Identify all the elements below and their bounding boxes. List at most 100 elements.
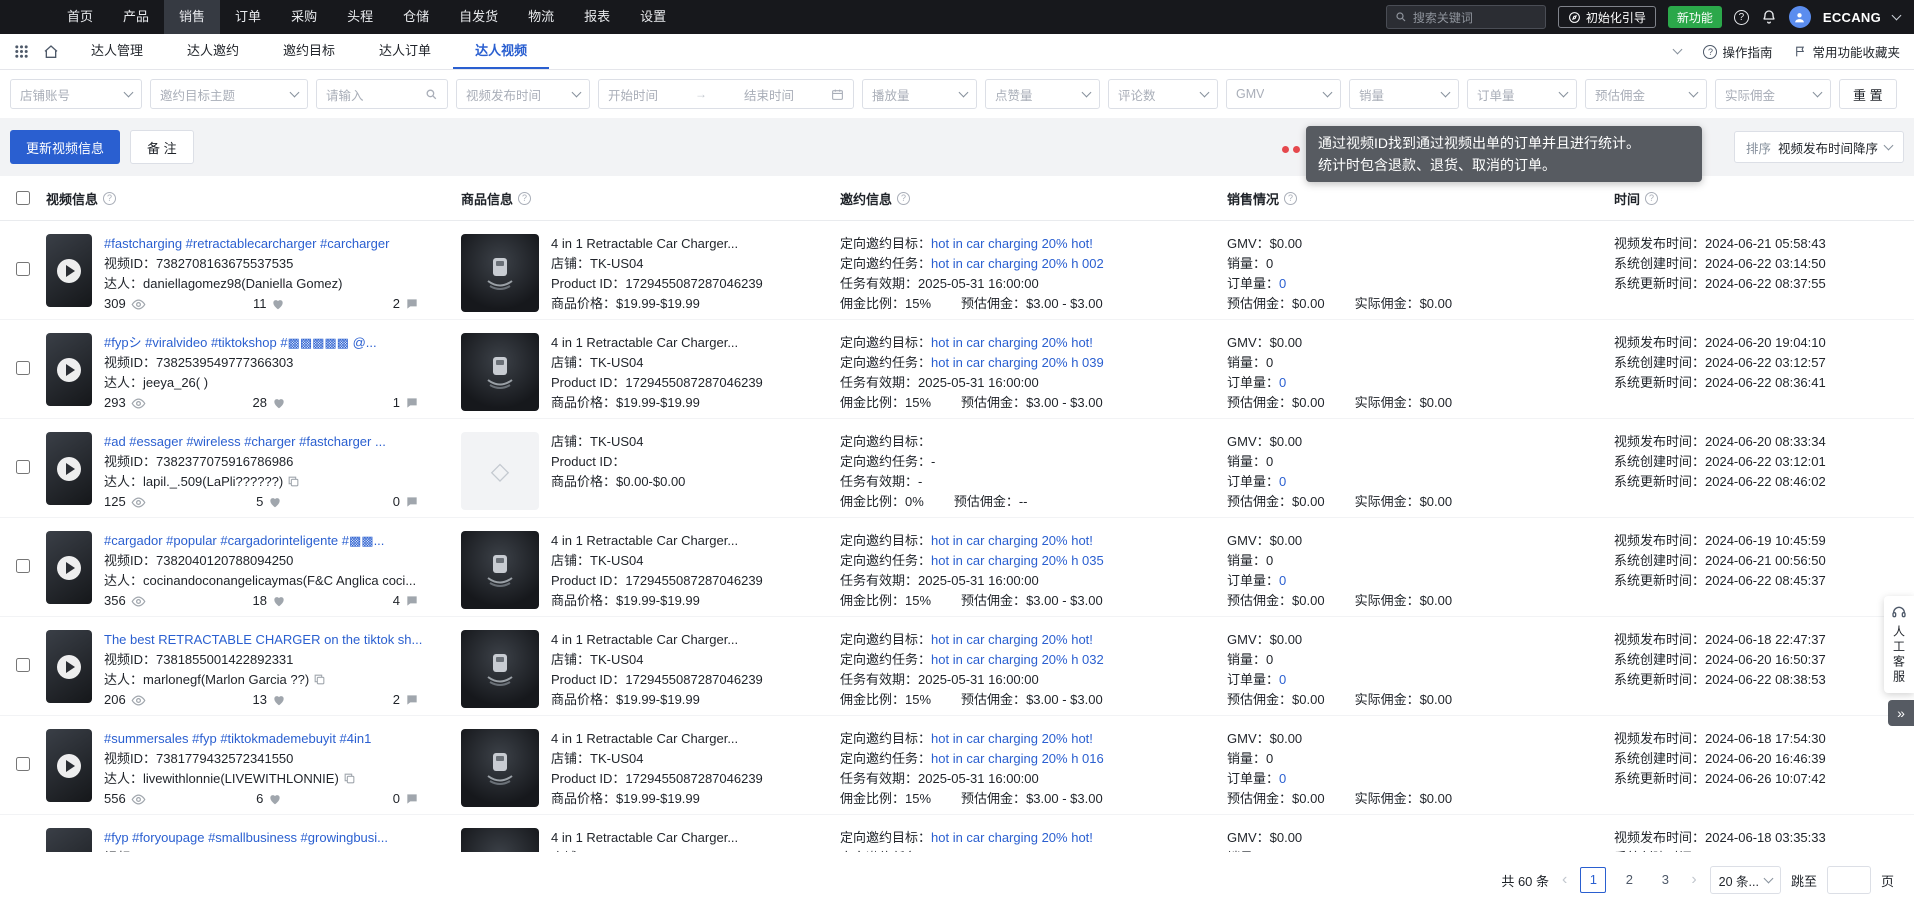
home-icon[interactable] [43,44,59,60]
video-thumbnail[interactable] [46,630,92,703]
invite-target-link[interactable]: hot in car charging 20% hot! [931,533,1093,548]
nav-item-settings[interactable]: 设置 [625,0,681,34]
info-icon[interactable] [103,192,116,205]
order-count-value[interactable]: 0 [1279,573,1286,588]
row-checkbox[interactable] [16,460,30,474]
info-icon[interactable] [897,192,910,205]
invite-target-link[interactable]: hot in car charging 20% hot! [931,632,1093,647]
tab-invite-target[interactable]: 邀约目标 [261,34,357,69]
select-all-checkbox[interactable] [16,191,30,205]
notification-bell-icon[interactable] [1761,9,1777,25]
reset-button[interactable]: 重 置 [1839,79,1897,109]
video-title-link[interactable]: #fypシ #viralvideo #tiktokshop #▩▩▩▩▩ @..… [104,333,445,353]
product-title[interactable]: 4 in 1 Retractable Car Charger... [551,729,824,749]
order-count-value[interactable]: 0 [1279,771,1286,786]
invite-task-link[interactable]: hot in car charging 20% h 002 [931,256,1104,271]
note-button[interactable]: 备 注 [130,130,194,164]
video-title-link[interactable]: The best RETRACTABLE CHARGER on the tikt… [104,630,445,650]
filter-gmv[interactable]: GMV [1226,79,1341,109]
nav-item-selfship[interactable]: 自发货 [444,0,513,34]
invite-target-link[interactable]: hot in car charging 20% hot! [931,335,1093,350]
copy-icon[interactable] [313,673,326,686]
tab-talent-orders[interactable]: 达人订单 [357,34,453,69]
nav-item-product[interactable]: 产品 [108,0,164,34]
chevron-down-icon[interactable] [1892,10,1902,20]
product-thumbnail[interactable] [461,234,539,312]
filter-date-range[interactable]: 开始时间 → 结束时间 [598,79,854,109]
product-thumbnail[interactable] [461,531,539,609]
invite-target-link[interactable]: hot in car charging 20% hot! [931,731,1093,746]
video-title-link[interactable]: #fastcharging #retractablecarcharger #ca… [104,234,445,254]
user-avatar[interactable] [1789,6,1811,28]
copy-icon[interactable] [287,475,300,488]
nav-item-warehouse[interactable]: 仓储 [388,0,444,34]
nav-item-sales[interactable]: 销售 [164,0,220,34]
product-thumbnail[interactable] [461,333,539,411]
new-feature-badge[interactable]: 新功能 [1668,6,1722,28]
customer-service-widget[interactable]: 人工客服 [1884,596,1914,693]
row-checkbox[interactable] [16,658,30,672]
row-checkbox[interactable] [16,361,30,375]
product-title[interactable]: 4 in 1 Retractable Car Charger... [551,531,824,551]
sort-dropdown[interactable]: 排序 视频发布时间降序 [1734,131,1904,163]
product-title[interactable]: 4 in 1 Retractable Car Charger... [551,630,824,650]
prev-page-button[interactable]: ‹ [1559,871,1570,889]
jump-page-input[interactable] [1827,866,1871,894]
tab-talent-management[interactable]: 达人管理 [69,34,165,69]
nav-item-purchase[interactable]: 采购 [276,0,332,34]
row-checkbox[interactable] [16,559,30,573]
brand-name[interactable]: ECCANG [1823,10,1881,25]
tab-talent-invite[interactable]: 达人邀约 [165,34,261,69]
product-thumbnail[interactable] [461,432,539,510]
filter-comment-count[interactable]: 评论数 [1108,79,1218,109]
nav-item-home[interactable]: 首页 [52,0,108,34]
filter-shop-account[interactable]: 店铺账号 [10,79,142,109]
video-title-link[interactable]: #summersales #fyp #tiktokmademebuyit #4i… [104,729,445,749]
order-count-value[interactable]: 0 [1279,474,1286,489]
video-thumbnail[interactable] [46,531,92,604]
nav-item-reports[interactable]: 报表 [569,0,625,34]
apps-grid-icon[interactable] [14,44,29,59]
help-icon[interactable] [1734,10,1749,25]
init-guide-button[interactable]: 初始化引导 [1558,6,1656,28]
copy-icon[interactable] [343,772,356,785]
product-thumbnail[interactable] [461,828,539,852]
collapse-chevron-icon[interactable] [1673,45,1683,55]
order-count-value[interactable]: 0 [1279,276,1286,291]
tab-talent-videos[interactable]: 达人视频 [453,34,549,69]
video-title-link[interactable]: #ad #essager #wireless #charger #fastcha… [104,432,445,452]
filter-est-commission[interactable]: 预估佣金 [1585,79,1707,109]
video-title-link[interactable]: #fyp #foryoupage #smallbusiness #growing… [104,828,445,848]
page-button-3[interactable]: 3 [1652,867,1678,893]
invite-task-link[interactable]: - [931,454,935,469]
invite-target-link[interactable]: hot in car charging 20% hot! [931,236,1093,251]
product-title[interactable]: 4 in 1 Retractable Car Charger... [551,234,824,254]
video-thumbnail[interactable] [46,828,92,852]
product-thumbnail[interactable] [461,630,539,708]
order-count-value[interactable]: 0 [1279,375,1286,390]
invite-task-link[interactable]: hot in car charging 20% h 035 [931,553,1104,568]
operation-guide-link[interactable]: 操作指南 [1703,42,1772,61]
filter-sales[interactable]: 销量 [1349,79,1459,109]
filter-like-count[interactable]: 点赞量 [985,79,1100,109]
invite-target-link[interactable]: hot in car charging 20% hot! [931,830,1093,845]
nav-item-firstleg[interactable]: 头程 [332,0,388,34]
page-size-select[interactable]: 20 条... [1710,866,1781,894]
product-thumbnail[interactable] [461,729,539,807]
filter-orders[interactable]: 订单量 [1467,79,1577,109]
filter-play-count[interactable]: 播放量 [862,79,977,109]
filter-invite-topic[interactable]: 邀约目标主题 [150,79,308,109]
nav-item-logistics[interactable]: 物流 [513,0,569,34]
video-thumbnail[interactable] [46,432,92,505]
global-search-input[interactable]: 搜索关键词 [1386,5,1546,29]
order-count-value[interactable]: 0 [1279,672,1286,687]
invite-task-link[interactable]: hot in car charging 20% h 039 [931,355,1104,370]
page-button-2[interactable]: 2 [1616,867,1642,893]
filter-keyword-input[interactable]: 请输入 [316,79,448,109]
info-icon[interactable] [518,192,531,205]
filter-publish-time[interactable]: 视频发布时间 [456,79,590,109]
info-icon[interactable] [1645,192,1658,205]
row-checkbox[interactable] [16,262,30,276]
video-title-link[interactable]: #cargador #popular #cargadorinteligente … [104,531,445,551]
page-button-1[interactable]: 1 [1580,867,1606,893]
